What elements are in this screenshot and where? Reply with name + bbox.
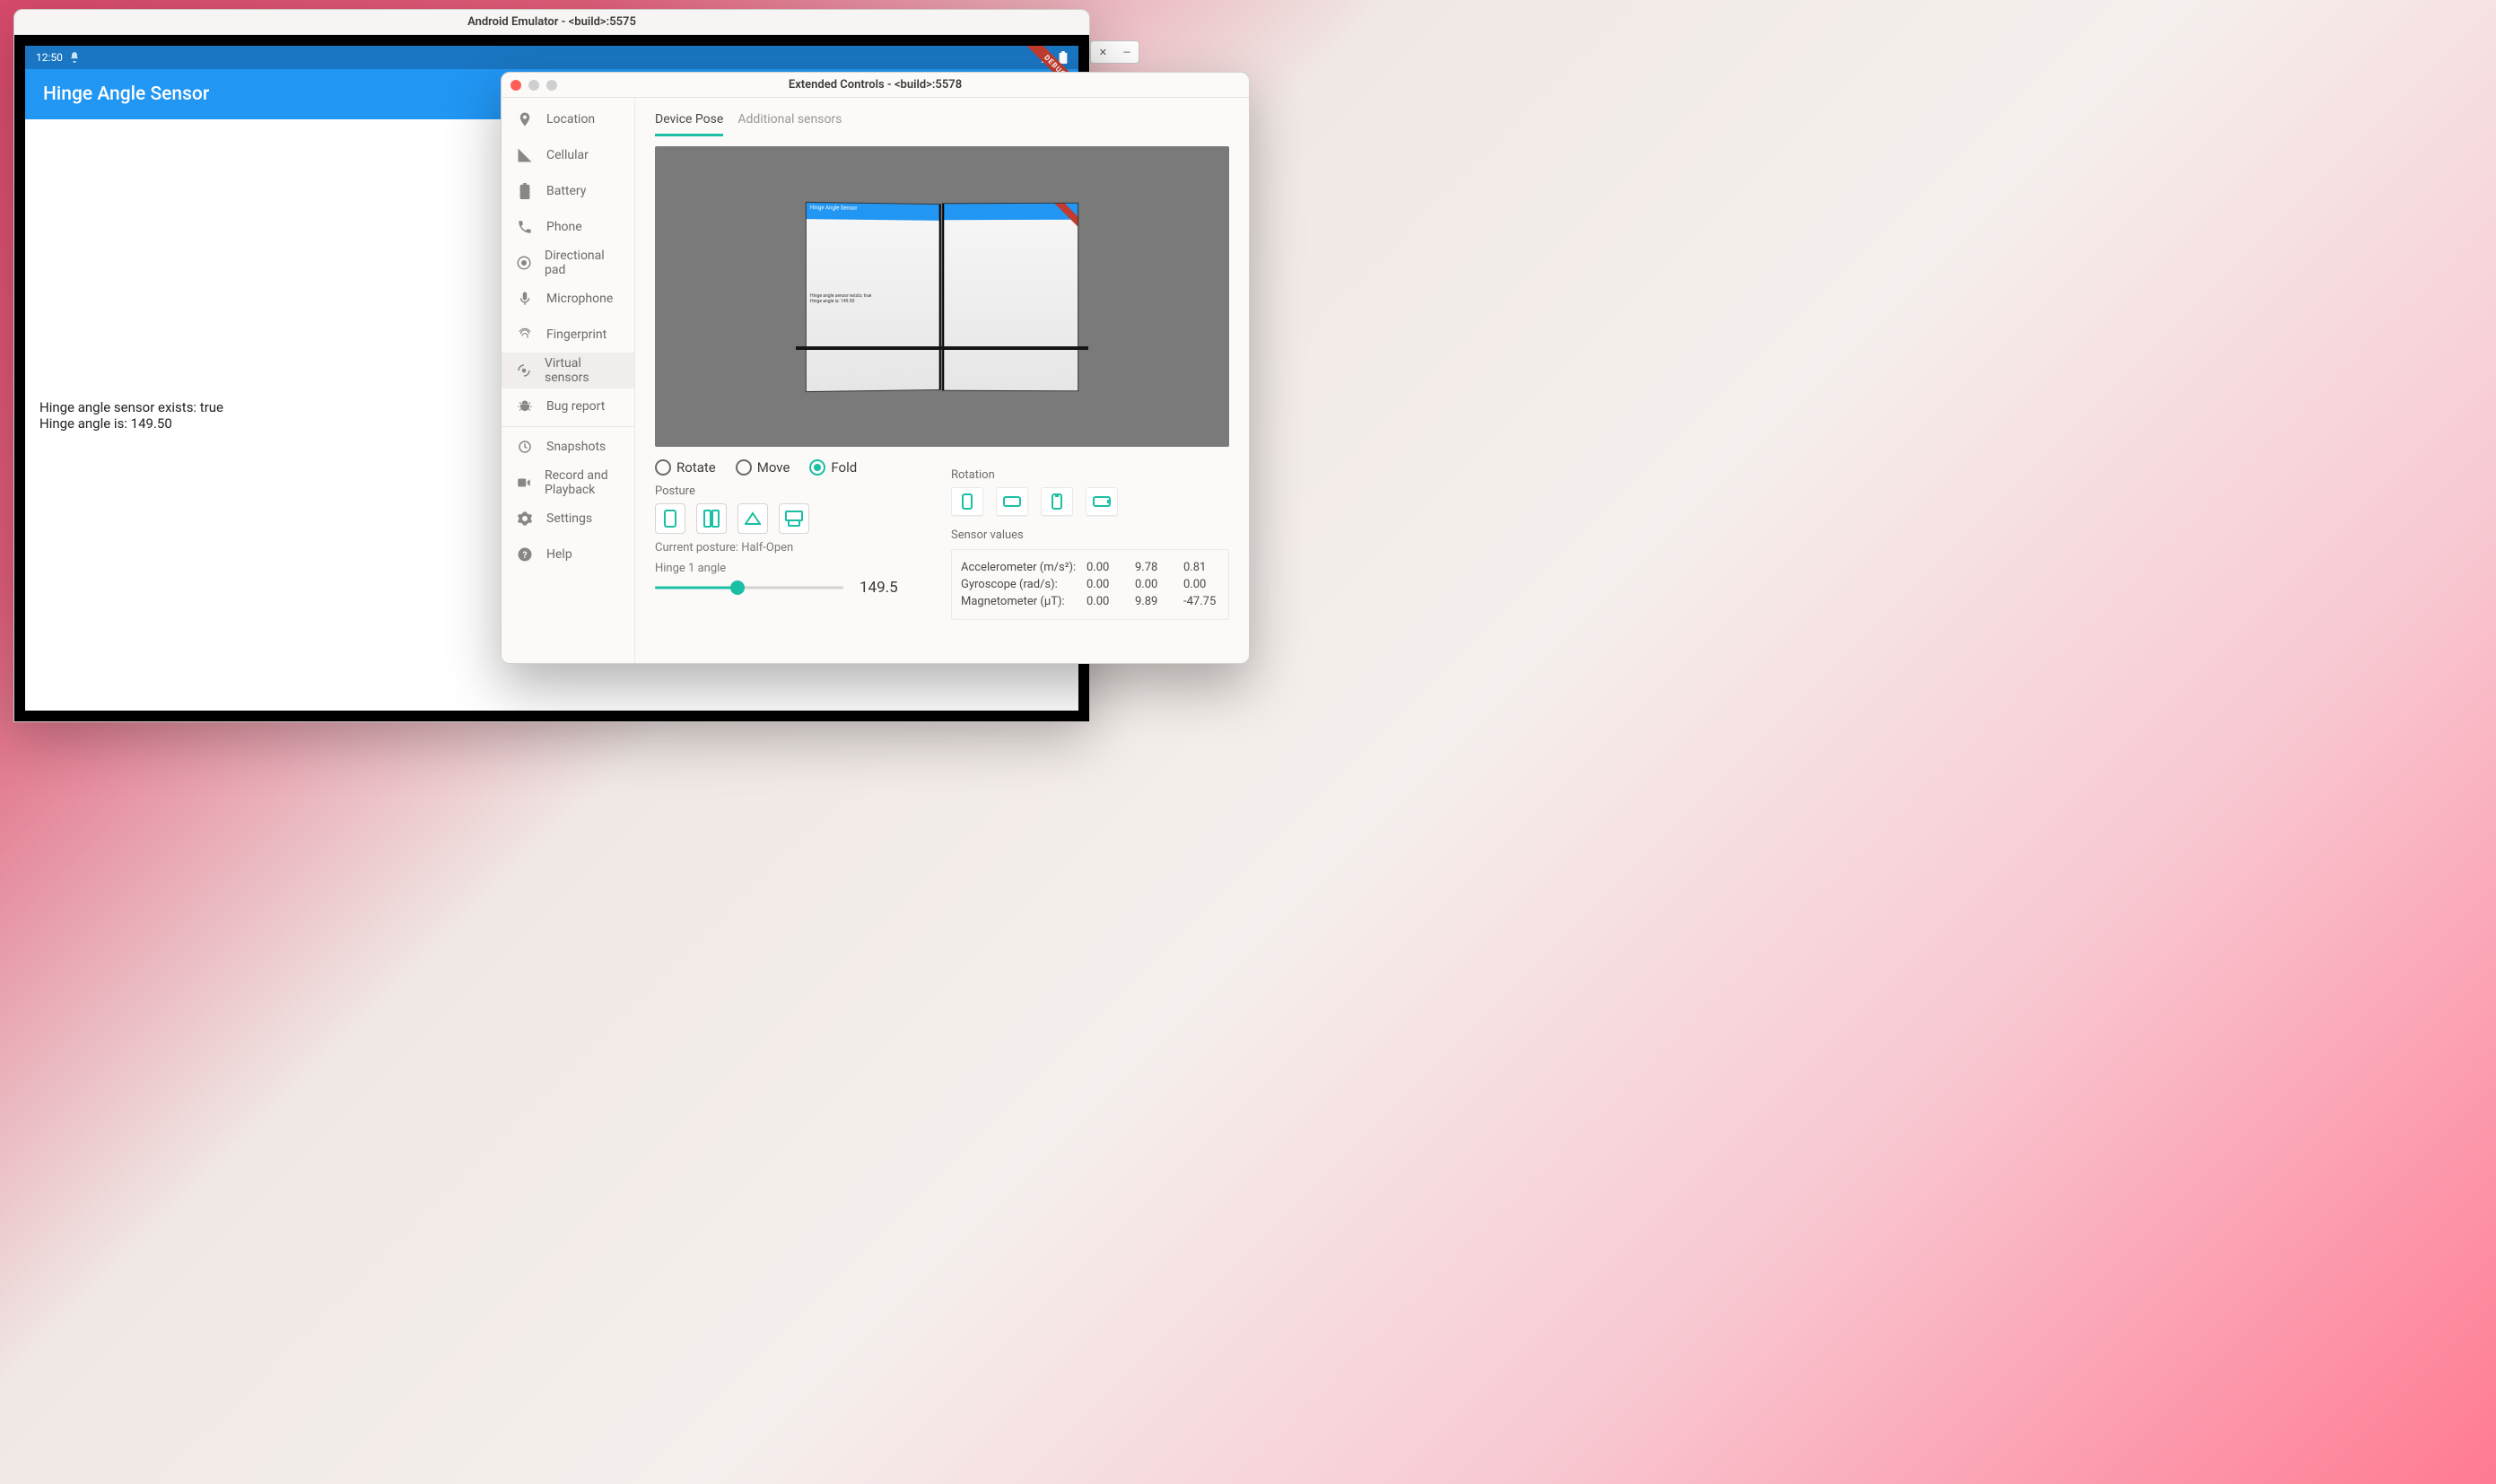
controls-sidebar: Location Cellular Battery Phone Directio… (502, 98, 635, 663)
cellular-icon (516, 146, 534, 164)
sidebar-item-snapshots[interactable]: Snapshots (502, 429, 634, 465)
sidebar-item-label: Bug report (546, 399, 605, 414)
sidebar-item-settings[interactable]: Settings (502, 501, 634, 537)
hinge-angle-label: Hinge 1 angle (655, 562, 924, 575)
snapshots-icon (516, 438, 534, 456)
sensor-row-accel: Accelerometer (m/s²): 0.00 9.78 0.81 (961, 561, 1219, 574)
sidebar-item-label: Virtual sensors (545, 356, 620, 385)
pose-mode-radios: Rotate Move Fold (655, 459, 924, 476)
signal-icon (1041, 51, 1053, 64)
sidebar-item-dpad[interactable]: Directional pad (502, 245, 634, 281)
gear-icon (516, 510, 534, 528)
minimize-icon[interactable] (528, 80, 539, 91)
rotation-landscape-button[interactable] (996, 487, 1028, 516)
radio-move[interactable]: Move (736, 459, 790, 476)
hinge-angle-slider[interactable] (655, 579, 843, 597)
rotation-landscape-rev-button[interactable] (1086, 487, 1118, 516)
sensor-row-gyro: Gyroscope (rad/s): 0.00 0.00 0.00 (961, 578, 1219, 591)
sidebar-item-help[interactable]: ? Help (502, 537, 634, 572)
record-icon (516, 474, 532, 492)
sidebar-item-microphone[interactable]: Microphone (502, 281, 634, 317)
device-3d: Hinge Angle Sensor Hinge angle sensor ex… (806, 203, 1078, 391)
posture-flat-button[interactable] (696, 503, 727, 534)
sidebar-item-label: Microphone (546, 292, 613, 306)
current-posture-text: Current posture: Half-Open (655, 541, 924, 554)
device-left-panel: Hinge Angle Sensor Hinge angle sensor ex… (806, 201, 941, 391)
rotation-portrait-rev-button[interactable] (1041, 487, 1073, 516)
microphone-icon (516, 290, 534, 308)
controls-title: Extended Controls - <build>:5578 (502, 78, 1249, 92)
posture-tent-button[interactable] (737, 503, 768, 534)
maximize-icon[interactable] (546, 80, 557, 91)
close-icon[interactable]: ✕ (1099, 47, 1107, 58)
controls-main: Device Pose Additional sensors Hinge Ang… (635, 98, 1249, 663)
rotation-buttons (951, 487, 1229, 516)
sidebar-item-label: Phone (546, 220, 582, 234)
emulator-title: Android Emulator - <build>:5575 (467, 15, 636, 29)
sidebar-item-label: Record and Playback (545, 468, 620, 497)
sidebar-item-record[interactable]: Record and Playback (502, 465, 634, 501)
close-icon[interactable] (511, 80, 521, 91)
location-icon (516, 110, 534, 128)
sidebar-item-label: Directional pad (545, 249, 620, 277)
rotation-label: Rotation (951, 468, 1229, 482)
sensor-row-mag: Magnetometer (µT): 0.00 9.89 -47.75 (961, 595, 1219, 608)
sensor-values-table: Accelerometer (m/s²): 0.00 9.78 0.81 Gyr… (951, 549, 1229, 620)
sidebar-item-label: Help (546, 547, 572, 562)
bug-icon (516, 397, 534, 415)
dpad-icon (516, 254, 532, 272)
posture-tabletop-button[interactable] (779, 503, 809, 534)
battery-icon (1059, 51, 1068, 64)
device-pose-preview[interactable]: Hinge Angle Sensor Hinge angle sensor ex… (655, 146, 1229, 447)
android-status-bar: 12:50 (25, 46, 1078, 69)
extended-controls-window: Extended Controls - <build>:5578 Locatio… (501, 72, 1250, 664)
tab-additional-sensors[interactable]: Additional sensors (737, 107, 842, 136)
sidebar-item-battery[interactable]: Battery (502, 173, 634, 209)
fingerprint-icon (516, 326, 534, 344)
status-time: 12:50 (36, 51, 63, 64)
minimize-icon[interactable]: — (1123, 47, 1131, 58)
traffic-lights (511, 80, 557, 91)
sidebar-item-label: Location (546, 112, 595, 127)
controls-titlebar[interactable]: Extended Controls - <build>:5578 (502, 73, 1249, 98)
sidebar-item-cellular[interactable]: Cellular (502, 137, 634, 173)
posture-closed-button[interactable] (655, 503, 685, 534)
sidebar-item-phone[interactable]: Phone (502, 209, 634, 245)
sidebar-item-bug-report[interactable]: Bug report (502, 388, 634, 424)
sidebar-item-label: Settings (546, 511, 592, 526)
hinge-angle-value: 149.5 (860, 579, 898, 597)
tab-device-pose[interactable]: Device Pose (655, 107, 723, 136)
rotation-portrait-button[interactable] (951, 487, 983, 516)
sidebar-item-label: Cellular (546, 148, 589, 162)
background-window-controls: ✕ — (1090, 40, 1139, 64)
tabs: Device Pose Additional sensors (655, 107, 1229, 137)
battery-icon (516, 182, 534, 200)
sidebar-item-label: Snapshots (546, 440, 606, 454)
device-right-panel (942, 202, 1078, 391)
svg-text:?: ? (522, 549, 527, 561)
sensor-values-label: Sensor values (951, 528, 1229, 542)
sensors-icon (516, 362, 532, 380)
posture-buttons (655, 503, 924, 534)
sidebar-divider (502, 426, 634, 427)
radio-fold[interactable]: Fold (809, 459, 857, 476)
sidebar-item-label: Fingerprint (546, 327, 607, 342)
sidebar-item-virtual-sensors[interactable]: Virtual sensors (502, 353, 634, 388)
phone-icon (516, 218, 534, 236)
emulator-titlebar[interactable]: Android Emulator - <build>:5575 (14, 10, 1089, 35)
sidebar-item-location[interactable]: Location (502, 101, 634, 137)
home-indicator (399, 703, 704, 707)
radio-rotate[interactable]: Rotate (655, 459, 716, 476)
notification-icon (68, 51, 81, 64)
sidebar-item-label: Battery (546, 184, 586, 198)
posture-label: Posture (655, 484, 924, 498)
device-base (796, 346, 1088, 350)
sidebar-item-fingerprint[interactable]: Fingerprint (502, 317, 634, 353)
app-title: Hinge Angle Sensor (43, 83, 209, 105)
help-icon: ? (516, 546, 534, 563)
